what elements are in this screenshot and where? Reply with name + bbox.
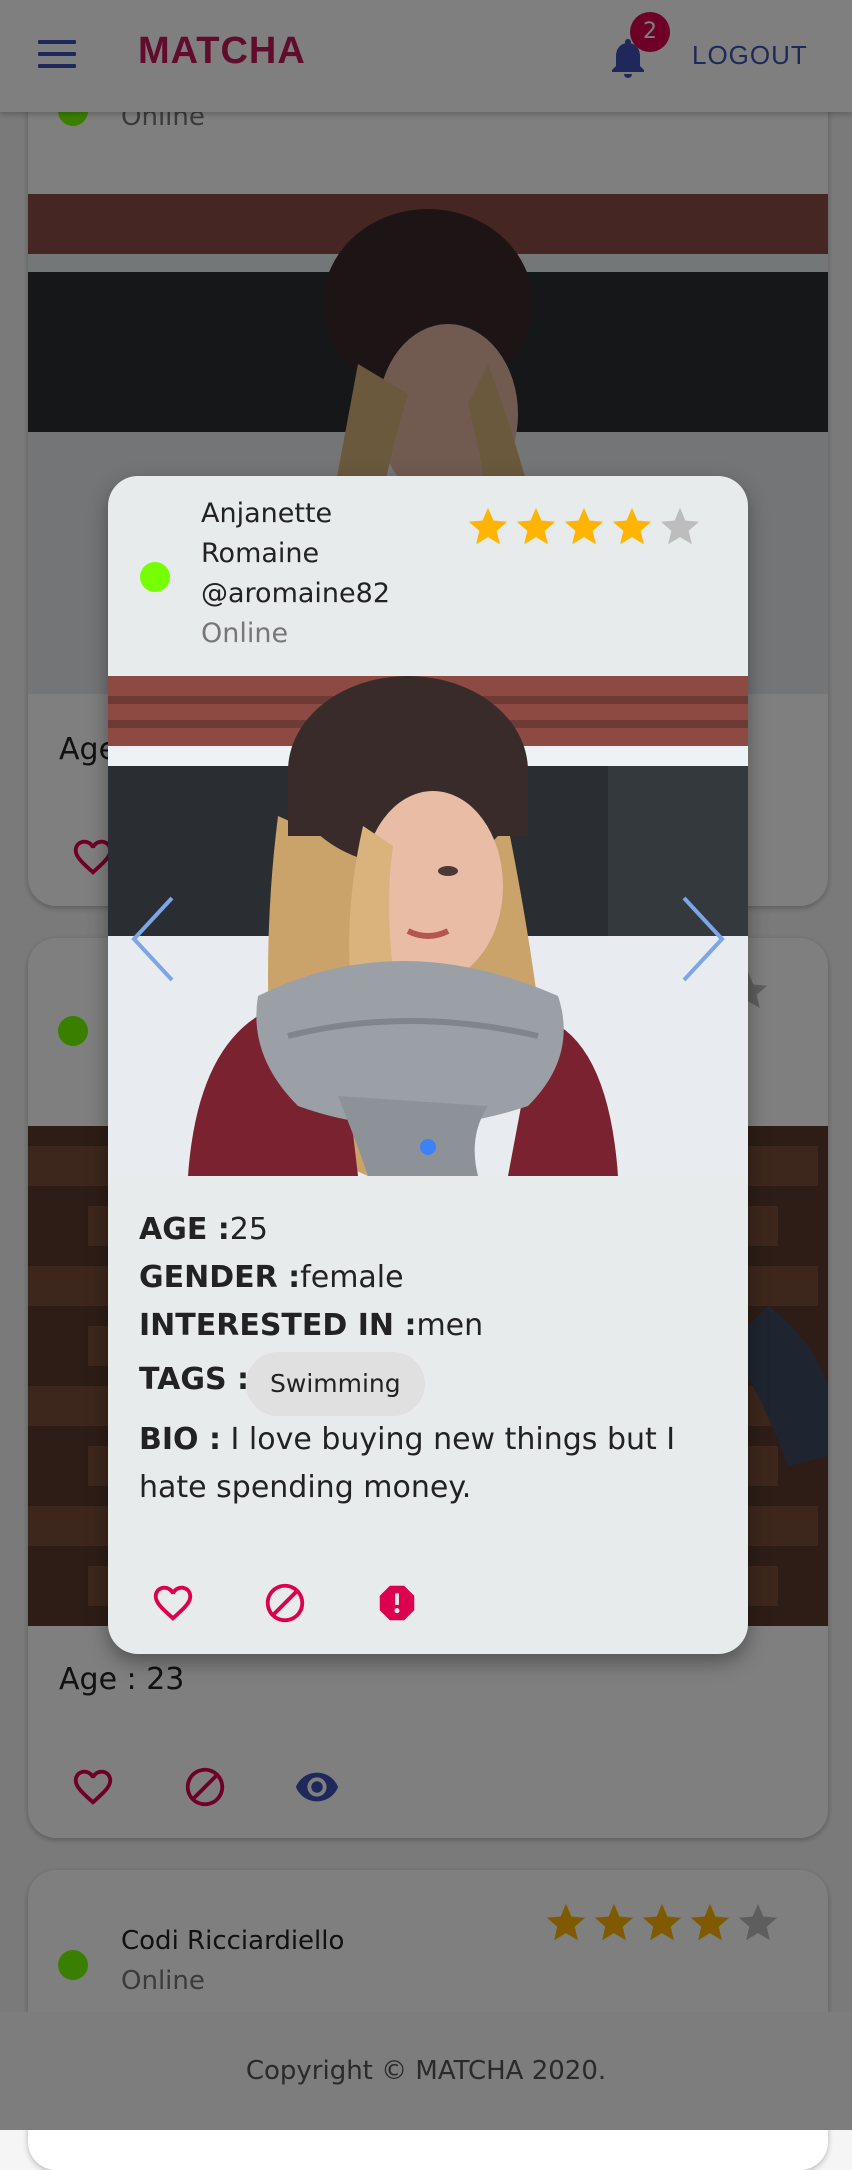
online-indicator	[140, 562, 170, 592]
carousel-indicator[interactable]	[420, 1139, 436, 1155]
interested-value: men	[416, 1308, 484, 1343]
interested-label: INTERESTED IN :	[139, 1308, 417, 1343]
heart-icon[interactable]	[150, 1580, 196, 1626]
star-icon	[564, 507, 604, 545]
age-label: AGE :	[139, 1212, 230, 1247]
star-icon	[660, 507, 700, 545]
star-icon	[516, 507, 556, 545]
first-name: Anjanette	[201, 498, 333, 529]
star-icon	[612, 507, 652, 545]
report-icon[interactable]	[374, 1580, 420, 1626]
chevron-left-icon[interactable]	[128, 894, 178, 984]
profile-modal: Anjanette Romaine @aromaine82 Online AGE…	[108, 476, 748, 1654]
online-status: Online	[201, 618, 289, 649]
last-name: Romaine	[201, 538, 320, 569]
age-line: AGE :25	[139, 1212, 268, 1247]
chevron-right-icon[interactable]	[678, 894, 728, 984]
bio: BIO : I love buying new things but I hat…	[139, 1416, 729, 1512]
gender-line: GENDER :female	[139, 1260, 404, 1295]
tags-line: TAGS :	[139, 1362, 249, 1397]
tag-chip[interactable]: Swimming	[246, 1352, 425, 1416]
username: @aromaine82	[201, 578, 390, 609]
gender-label: GENDER :	[139, 1260, 301, 1295]
gender-value: female	[300, 1260, 404, 1295]
star-icon	[468, 507, 508, 545]
profile-photo[interactable]	[108, 676, 748, 1176]
interested-line: INTERESTED IN :men	[139, 1308, 483, 1343]
age-value: 25	[229, 1212, 268, 1247]
block-icon[interactable]	[262, 1580, 308, 1626]
bio-label: BIO :	[139, 1422, 221, 1457]
tags-label: TAGS :	[139, 1362, 250, 1397]
rating-stars	[464, 504, 704, 550]
